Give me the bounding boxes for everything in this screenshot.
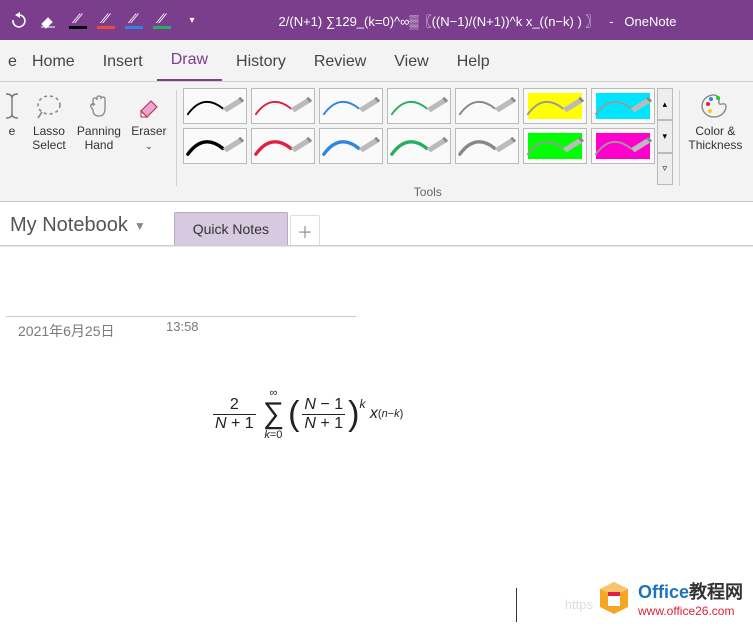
pen-swatch[interactable] xyxy=(183,128,247,164)
pen-swatch[interactable] xyxy=(523,88,587,124)
ghost-url: https xyxy=(565,597,593,612)
watermark: Office教程网 www.office26.com xyxy=(596,578,743,618)
pen-swatch[interactable] xyxy=(455,88,519,124)
separator xyxy=(176,90,177,186)
pen-swatch[interactable] xyxy=(251,128,315,164)
gallery-down-button[interactable]: ▾ xyxy=(657,120,673,152)
eraser-icon xyxy=(133,90,165,122)
color-thickness-button[interactable]: Color & Thickness xyxy=(682,88,749,152)
pen-gallery: ▴ ▾ ▿ xyxy=(183,88,673,185)
separator xyxy=(679,90,680,186)
pen-swatch[interactable] xyxy=(591,128,655,164)
watermark-brand: Office教程网 xyxy=(638,578,743,604)
pen-swatch[interactable] xyxy=(319,88,383,124)
undo-button[interactable] xyxy=(6,8,30,32)
tools-group: ▴ ▾ ▿ Tools xyxy=(179,88,677,201)
quick-access-toolbar: ⁄⁄⁄⁄⁄⁄⁄⁄ ▾ xyxy=(6,8,204,32)
highlighter-qat-2[interactable]: ⁄⁄ xyxy=(122,10,146,30)
tab-history[interactable]: History xyxy=(222,43,300,81)
notebook-dropdown[interactable]: My Notebook ▼ xyxy=(0,208,156,245)
gallery-up-button[interactable]: ▴ xyxy=(657,88,673,120)
lasso-icon xyxy=(33,90,65,122)
pen-swatch[interactable] xyxy=(591,88,655,124)
panning-label: Panning Hand xyxy=(77,124,121,152)
tab-help[interactable]: Help xyxy=(443,43,504,81)
tab-home[interactable]: Home xyxy=(18,43,89,81)
palette-icon xyxy=(699,90,731,122)
gallery-spinner: ▴ ▾ ▿ xyxy=(657,88,673,185)
highlighter-qat-3[interactable]: ⁄⁄ xyxy=(150,10,174,30)
window-title: 2/(N+1) ∑129_(k=0)^∞▒〖((N−1)/(N+1))^k x_… xyxy=(208,11,747,30)
tools-group-label: Tools xyxy=(414,185,442,201)
type-button[interactable]: e xyxy=(0,88,24,138)
page-date: 2021年6月25日 xyxy=(18,321,115,341)
highlighter-qat-1[interactable]: ⁄⁄ xyxy=(94,10,118,30)
pen-swatch[interactable] xyxy=(319,128,383,164)
hand-icon xyxy=(83,90,115,122)
type-label: e xyxy=(9,124,16,138)
lasso-select-button[interactable]: Lasso Select xyxy=(24,88,74,152)
tab-view[interactable]: View xyxy=(380,43,442,81)
panning-hand-button[interactable]: Panning Hand xyxy=(74,88,124,152)
page-time: 13:58 xyxy=(166,319,199,334)
lasso-label: Lasso Select xyxy=(32,124,65,152)
equation[interactable]: 2N + 1 ∞∑k=0 ( N − 1N + 1 ) k x(n−k) xyxy=(210,387,403,441)
pen-swatch[interactable] xyxy=(387,128,451,164)
tab-file[interactable]: e xyxy=(4,43,18,81)
ribbon: e Lasso Select Panning Hand Eraser⌄ ▴ ▾ … xyxy=(0,82,753,202)
ribbon-tabstrip: e Home Insert Draw History Review View H… xyxy=(0,40,753,82)
watermark-url: www.office26.com xyxy=(638,604,743,618)
watermark-logo-icon xyxy=(596,580,632,616)
tab-draw[interactable]: Draw xyxy=(157,41,222,81)
page-title-underline xyxy=(6,307,356,317)
tab-insert[interactable]: Insert xyxy=(89,43,157,81)
tab-review[interactable]: Review xyxy=(300,43,380,81)
title-bar: ⁄⁄⁄⁄⁄⁄⁄⁄ ▾ 2/(N+1) ∑129_(k=0)^∞▒〖((N−1)/… xyxy=(0,0,753,40)
pen-swatch[interactable] xyxy=(455,128,519,164)
chevron-down-icon: ▼ xyxy=(134,219,146,233)
pen-swatch[interactable] xyxy=(183,88,247,124)
eraser-qat-button[interactable] xyxy=(36,8,60,32)
gallery-more-button[interactable]: ▿ xyxy=(657,153,673,185)
notebook-strip: My Notebook ▼ Quick Notes ＋ xyxy=(0,202,753,246)
eraser-label: Eraser⌄ xyxy=(131,124,166,153)
pen-swatch[interactable] xyxy=(251,88,315,124)
highlighter-qat-0[interactable]: ⁄⁄ xyxy=(66,10,90,30)
color-thickness-label: Color & Thickness xyxy=(688,124,742,152)
pen-swatch[interactable] xyxy=(387,88,451,124)
qat-overflow-button[interactable]: ▾ xyxy=(180,8,204,32)
text-caret xyxy=(516,588,517,622)
eraser-button[interactable]: Eraser⌄ xyxy=(124,88,174,153)
add-page-button[interactable]: ＋ xyxy=(290,215,320,245)
page-tab-quick-notes[interactable]: Quick Notes xyxy=(174,212,288,245)
pen-swatch[interactable] xyxy=(523,128,587,164)
page-canvas[interactable]: 2021年6月25日 13:58 2N + 1 ∞∑k=0 ( N − 1N +… xyxy=(0,246,753,626)
